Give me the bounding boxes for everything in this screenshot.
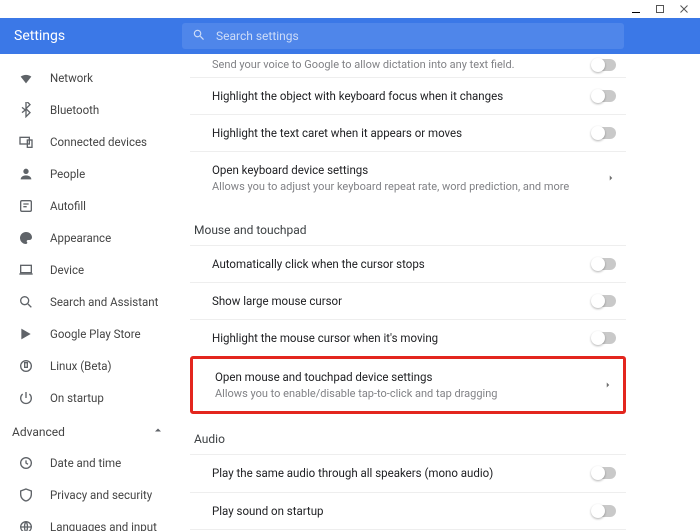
maximize-icon[interactable] — [654, 0, 666, 19]
sidebar-item-connected-devices[interactable]: Connected devices — [0, 126, 182, 158]
row-title: Open mouse and touchpad device settings — [215, 370, 432, 384]
linux-icon — [18, 358, 34, 374]
dictation-toggle[interactable] — [592, 59, 616, 71]
row-subtitle: Allows you to enable/disable tap-to-clic… — [215, 386, 593, 401]
sidebar-item-label: People — [50, 167, 170, 181]
power-icon — [18, 390, 34, 406]
chevron-right-icon — [603, 380, 613, 390]
sidebar-item-label: Date and time — [50, 456, 170, 470]
sidebar-item-label: Bluetooth — [50, 103, 170, 117]
globe-icon — [18, 519, 34, 531]
row-label: Automatically click when the cursor stop… — [212, 256, 582, 272]
shield-icon — [18, 487, 34, 503]
highlighted-row: Open mouse and touchpad device settings … — [190, 356, 626, 414]
settings-content[interactable]: Send your voice to Google to allow dicta… — [182, 54, 700, 531]
row-open-mouse-touchpad-settings[interactable]: Open mouse and touchpad device settings … — [193, 359, 623, 411]
sidebar-item-appearance[interactable]: Appearance — [0, 222, 182, 254]
row-label: Play the same audio through all speakers… — [212, 465, 582, 481]
large-cursor-toggle[interactable] — [592, 295, 616, 307]
search-icon — [192, 27, 206, 46]
sidebar-item-label: Linux (Beta) — [50, 359, 170, 373]
row-label: Highlight the text caret when it appears… — [212, 125, 582, 141]
section-title-mouse: Mouse and touchpad — [190, 205, 626, 245]
row-mono-audio: Play the same audio through all speakers… — [190, 454, 626, 491]
sidebar-item-label: Network — [50, 71, 170, 85]
app-header: Settings — [0, 18, 700, 54]
clock-icon — [18, 455, 34, 471]
sidebar-item-autofill[interactable]: Autofill — [0, 190, 182, 222]
row-subtitle: Allows you to adjust your keyboard repea… — [212, 179, 596, 194]
sidebar-item-label: Connected devices — [50, 135, 170, 149]
sidebar-item-label: Privacy and security — [50, 488, 170, 502]
row-label: Play sound on startup — [212, 503, 582, 519]
row-label: Open keyboard device settings Allows you… — [212, 162, 596, 194]
row-open-keyboard-settings[interactable]: Open keyboard device settings Allows you… — [190, 151, 626, 204]
row-title: Open keyboard device settings — [212, 163, 368, 177]
auto-click-toggle[interactable] — [592, 258, 616, 270]
row-label: Open mouse and touchpad device settings … — [215, 369, 593, 401]
row-label: Highlight the object with keyboard focus… — [212, 88, 582, 104]
advanced-label: Advanced — [12, 425, 65, 439]
palette-icon — [18, 230, 34, 246]
section-title-audio: Audio — [190, 414, 626, 454]
sidebar-item-privacy[interactable]: Privacy and security — [0, 479, 182, 511]
sidebar-item-languages[interactable]: Languages and input — [0, 511, 182, 531]
row-highlight-text-caret: Highlight the text caret when it appears… — [190, 114, 626, 151]
dictation-subtitle-text: Send your voice to Google to allow dicta… — [212, 58, 592, 71]
play-icon — [18, 326, 34, 342]
row-label: Highlight the mouse cursor when it's mov… — [212, 330, 582, 346]
sidebar-item-play-store[interactable]: Google Play Store — [0, 318, 182, 350]
chevron-up-icon — [152, 424, 164, 439]
sidebar-item-label: Autofill — [50, 199, 170, 213]
row-highlight-cursor: Highlight the mouse cursor when it's mov… — [190, 319, 626, 356]
sidebar-item-on-startup[interactable]: On startup — [0, 382, 182, 414]
window-titlebar — [0, 0, 700, 18]
close-icon[interactable] — [678, 0, 690, 19]
devices-icon — [18, 134, 34, 150]
sidebar-item-label: Appearance — [50, 231, 170, 245]
row-highlight-keyboard-focus: Highlight the object with keyboard focus… — [190, 77, 626, 114]
search-icon — [18, 294, 34, 310]
startup-sound-toggle[interactable] — [592, 505, 616, 517]
minimize-icon[interactable] — [630, 0, 642, 19]
chevron-right-icon — [606, 173, 616, 183]
sidebar-item-device[interactable]: Device — [0, 254, 182, 286]
advanced-toggle[interactable]: Advanced — [0, 414, 182, 447]
row-large-cursor: Show large mouse cursor — [190, 282, 626, 319]
mono-audio-toggle[interactable] — [592, 467, 616, 479]
row-auto-click: Automatically click when the cursor stop… — [190, 245, 626, 282]
page-title: Settings — [14, 28, 182, 44]
highlight-cursor-toggle[interactable] — [592, 332, 616, 344]
sidebar-item-label: Search and Assistant — [50, 295, 170, 309]
highlight-keyboard-focus-toggle[interactable] — [592, 90, 616, 102]
sidebar-item-label: On startup — [50, 391, 170, 405]
search-input[interactable] — [216, 29, 614, 43]
row-label: Show large mouse cursor — [212, 293, 582, 309]
autofill-icon — [18, 198, 34, 214]
sidebar-item-linux[interactable]: Linux (Beta) — [0, 350, 182, 382]
sidebar-item-label: Device — [50, 263, 170, 277]
row-startup-sound: Play sound on startup — [190, 492, 626, 529]
sidebar-item-network[interactable]: Network — [0, 62, 182, 94]
person-icon — [18, 166, 34, 182]
wifi-icon — [18, 70, 34, 86]
sidebar-item-people[interactable]: People — [0, 158, 182, 190]
search-box[interactable] — [182, 23, 624, 49]
sidebar-item-label: Languages and input — [50, 520, 170, 531]
sidebar-item-search-assistant[interactable]: Search and Assistant — [0, 286, 182, 318]
sidebar-item-date-time[interactable]: Date and time — [0, 447, 182, 479]
dictation-subtitle: Send your voice to Google to allow dicta… — [190, 58, 626, 77]
sidebar: Network Bluetooth Connected devices Peop… — [0, 54, 182, 531]
sidebar-item-label: Google Play Store — [50, 327, 170, 341]
bluetooth-icon — [18, 102, 34, 118]
highlight-text-caret-toggle[interactable] — [592, 127, 616, 139]
laptop-icon — [18, 262, 34, 278]
sidebar-item-bluetooth[interactable]: Bluetooth — [0, 94, 182, 126]
